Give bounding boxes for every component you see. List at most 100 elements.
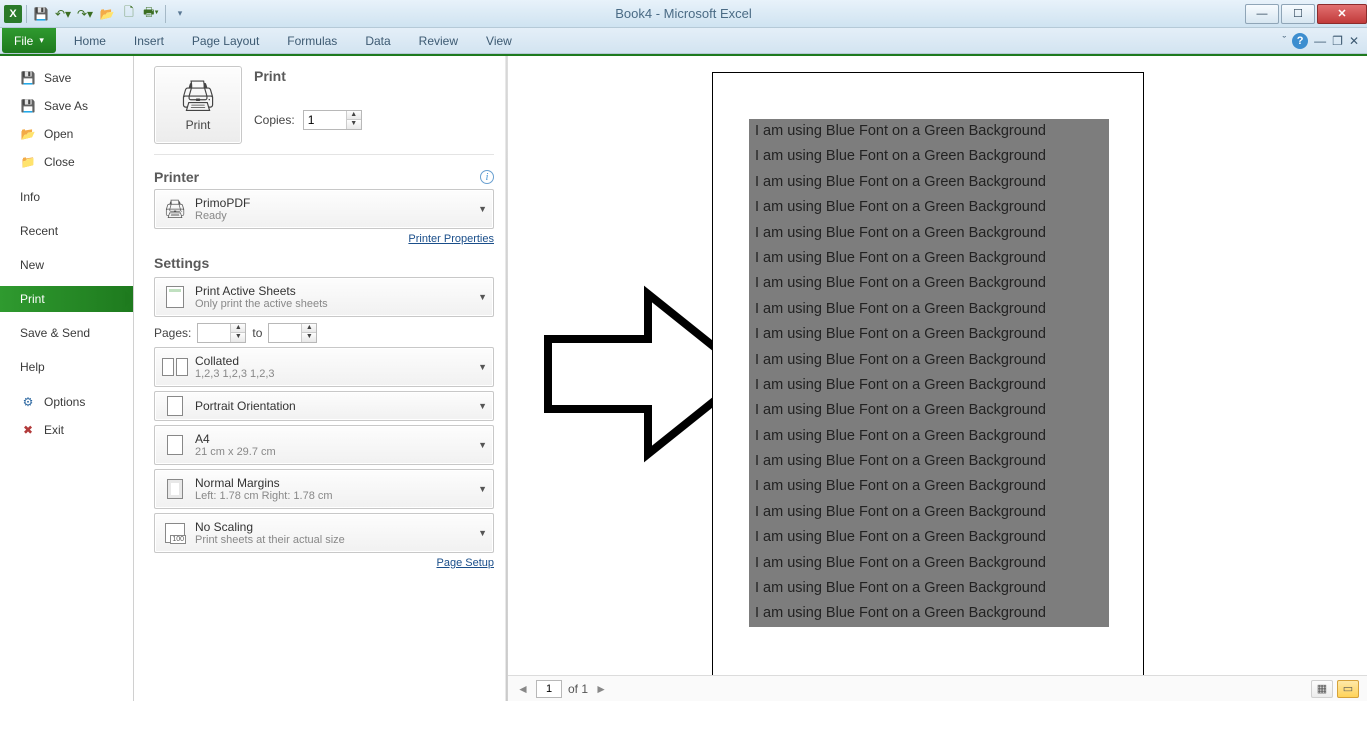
- copies-label: Copies:: [254, 113, 295, 127]
- printer-dropdown[interactable]: 🖨 PrimoPDF Ready ▼: [154, 189, 494, 229]
- preview-canvas: I am using Blue Font on a Green Backgrou…: [508, 56, 1367, 675]
- doc-close-icon[interactable]: ✕: [1349, 34, 1359, 48]
- nav-item-exit[interactable]: ✖Exit: [0, 416, 133, 444]
- chevron-down-icon: ▾: [39, 35, 44, 46]
- nav-item-close[interactable]: 📁Close: [0, 148, 133, 176]
- tab-page-layout[interactable]: Page Layout: [178, 28, 273, 53]
- dd-line1: Normal Margins: [195, 476, 333, 490]
- paper-icon: [161, 431, 189, 459]
- tab-view[interactable]: View: [472, 28, 526, 53]
- printer-properties-link[interactable]: Printer Properties: [154, 233, 494, 245]
- spin-down-icon[interactable]: ▼: [347, 120, 361, 129]
- pages-to-spinner[interactable]: ▲▼: [268, 323, 317, 343]
- paper-size-dropdown[interactable]: A4 21 cm x 29.7 cm ▼: [154, 425, 494, 465]
- new-icon[interactable]: 🗋: [119, 4, 139, 24]
- copies-spinner[interactable]: ▲▼: [303, 110, 362, 130]
- quick-access-toolbar: X 💾 ↶▾ ↷▾ 📂 🗋 🖶▾ ▾: [0, 4, 190, 24]
- tab-formulas[interactable]: Formulas: [273, 28, 351, 53]
- chevron-down-icon: ▼: [478, 401, 487, 411]
- scaling-dropdown[interactable]: No Scaling Print sheets at their actual …: [154, 513, 494, 553]
- nav-item-help[interactable]: Help: [0, 354, 133, 380]
- dd-line2: Only print the active sheets: [195, 298, 328, 310]
- margins-dropdown[interactable]: Normal Margins Left: 1.78 cm Right: 1.78…: [154, 469, 494, 509]
- backstage-nav: 💾Save 💾Save As 📂Open 📁Close Info Recent …: [0, 56, 134, 701]
- ribbon-right: ˇ ? — ❐ ✕: [1283, 28, 1367, 53]
- tab-file[interactable]: File ▾: [2, 28, 56, 53]
- chevron-down-icon: ▼: [478, 528, 487, 538]
- next-page-button[interactable]: ►: [594, 682, 608, 696]
- tab-home[interactable]: Home: [60, 28, 120, 53]
- separator: [165, 5, 166, 23]
- nav-item-save-as[interactable]: 💾Save As: [0, 92, 133, 120]
- spin-up-icon[interactable]: ▲: [302, 324, 316, 333]
- doc-restore-icon[interactable]: ❐: [1332, 34, 1343, 48]
- spin-down-icon[interactable]: ▼: [302, 333, 316, 342]
- pages-from-input[interactable]: [198, 324, 230, 342]
- close-button[interactable]: ✕: [1317, 4, 1367, 24]
- nav-item-recent[interactable]: Recent: [0, 218, 133, 244]
- spin-down-icon[interactable]: ▼: [231, 333, 245, 342]
- close-icon: 📁: [20, 154, 36, 170]
- nav-item-info[interactable]: Info: [0, 184, 133, 210]
- doc-minimize-icon[interactable]: —: [1314, 34, 1326, 48]
- nav-label: Exit: [44, 423, 64, 437]
- collate-dropdown[interactable]: Collated 1,2,3 1,2,3 1,2,3 ▼: [154, 347, 494, 387]
- nav-item-save[interactable]: 💾Save: [0, 64, 133, 92]
- tab-file-label: File: [14, 34, 33, 48]
- qat-customize-icon[interactable]: ▾: [170, 4, 190, 24]
- tab-review[interactable]: Review: [405, 28, 472, 53]
- page-current-input[interactable]: [536, 680, 562, 698]
- preview-line: I am using Blue Font on a Green Backgrou…: [749, 322, 1109, 347]
- window-title: Book4 - Microsoft Excel: [0, 6, 1367, 21]
- options-icon: ⚙: [20, 394, 36, 410]
- open-icon[interactable]: 📂: [97, 4, 117, 24]
- print-button[interactable]: 🖨 Print: [154, 66, 242, 144]
- print-what-dropdown[interactable]: Print Active Sheets Only print the activ…: [154, 277, 494, 317]
- printer-status: Ready: [195, 210, 250, 222]
- nav-item-new[interactable]: New: [0, 252, 133, 278]
- page-total-label: of 1: [568, 682, 588, 696]
- preview-line: I am using Blue Font on a Green Backgrou…: [749, 474, 1109, 499]
- dd-line2: Print sheets at their actual size: [195, 534, 345, 546]
- sheet-icon: [161, 283, 189, 311]
- preview-line: I am using Blue Font on a Green Backgrou…: [749, 119, 1109, 144]
- help-icon[interactable]: ?: [1292, 33, 1308, 49]
- info-icon[interactable]: i: [480, 170, 494, 184]
- preview-line: I am using Blue Font on a Green Backgrou…: [749, 449, 1109, 474]
- nav-item-save-send[interactable]: Save & Send: [0, 320, 133, 346]
- collate-icon: [161, 353, 189, 381]
- nav-item-print[interactable]: Print: [0, 286, 133, 312]
- save-icon[interactable]: 💾: [31, 4, 51, 24]
- pages-to-input[interactable]: [269, 324, 301, 342]
- ribbon-tabs: File ▾ Home Insert Page Layout Formulas D…: [0, 28, 1367, 54]
- ribbon-minimize-icon[interactable]: ˇ: [1283, 35, 1287, 47]
- nav-item-open[interactable]: 📂Open: [0, 120, 133, 148]
- preview-line: I am using Blue Font on a Green Backgrou…: [749, 500, 1109, 525]
- chevron-down-icon: ▼: [478, 204, 487, 214]
- print-heading: Print: [254, 68, 362, 84]
- zoom-to-page-button[interactable]: ▭: [1337, 680, 1359, 698]
- nav-item-options[interactable]: ⚙ Options: [0, 388, 133, 416]
- page-setup-link[interactable]: Page Setup: [154, 557, 494, 569]
- pages-from-spinner[interactable]: ▲▼: [197, 323, 246, 343]
- copies-input[interactable]: [304, 111, 346, 129]
- chevron-down-icon: ▼: [478, 440, 487, 450]
- tab-insert[interactable]: Insert: [120, 28, 178, 53]
- spin-up-icon[interactable]: ▲: [347, 111, 361, 120]
- prev-page-button[interactable]: ◄: [516, 682, 530, 696]
- dd-line1: Print Active Sheets: [195, 284, 328, 298]
- undo-icon[interactable]: ↶▾: [53, 4, 73, 24]
- maximize-button[interactable]: ☐: [1281, 4, 1315, 24]
- preview-line: I am using Blue Font on a Green Backgrou…: [749, 424, 1109, 449]
- redo-icon[interactable]: ↷▾: [75, 4, 95, 24]
- backstage-view: 💾Save 💾Save As 📂Open 📁Close Info Recent …: [0, 56, 1367, 701]
- dd-line1: Portrait Orientation: [195, 399, 296, 413]
- spin-up-icon[interactable]: ▲: [231, 324, 245, 333]
- dd-line2: Left: 1.78 cm Right: 1.78 cm: [195, 490, 333, 502]
- nav-label: Options: [44, 395, 85, 409]
- tab-data[interactable]: Data: [351, 28, 404, 53]
- show-margins-button[interactable]: ▦: [1311, 680, 1333, 698]
- minimize-button[interactable]: —: [1245, 4, 1279, 24]
- print-icon[interactable]: 🖶▾: [141, 4, 161, 24]
- orientation-dropdown[interactable]: Portrait Orientation ▼: [154, 391, 494, 421]
